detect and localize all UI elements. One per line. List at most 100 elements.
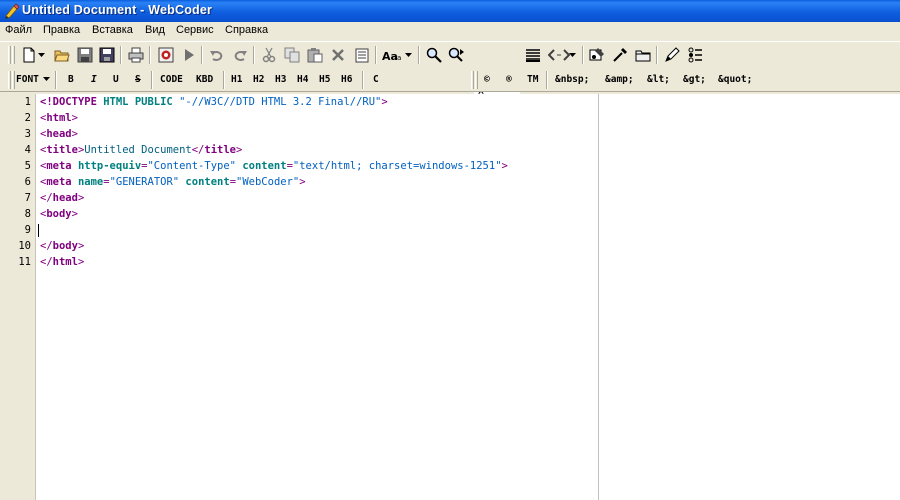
menu-insert[interactable]: Вставка: [92, 24, 133, 36]
registered-button[interactable]: ®: [506, 73, 512, 87]
title-bar[interactable]: Untitled Document - WebCoder: [0, 0, 900, 22]
code-token: head: [46, 128, 72, 140]
code-token: >: [381, 96, 388, 108]
redo-icon[interactable]: [230, 45, 250, 65]
find-replace-icon[interactable]: [447, 45, 467, 65]
code-token: meta: [46, 160, 78, 172]
print-icon[interactable]: [126, 45, 146, 65]
strike-button[interactable]: S: [135, 73, 141, 87]
code-token: title: [204, 144, 236, 156]
h2-button[interactable]: H2: [253, 73, 264, 87]
font-button[interactable]: FONT: [16, 73, 39, 87]
toolbar-separator: [253, 46, 255, 64]
toolbar-grip[interactable]: [8, 71, 11, 89]
code-token: >: [71, 112, 78, 124]
code-token: >: [77, 192, 85, 204]
undo-icon[interactable]: [207, 45, 227, 65]
code-line: </body>: [40, 240, 84, 252]
code-line: <!DOCTYPE HTML PUBLIC "-//W3C//DTD HTML …: [40, 96, 388, 108]
nbsp-button[interactable]: &nbsp;: [555, 73, 589, 87]
h1-button[interactable]: H1: [231, 73, 242, 87]
menu-view[interactable]: Вид: [145, 24, 165, 36]
pencil-app-icon: [5, 3, 19, 19]
code-token: </: [40, 240, 53, 252]
code-token: title: [46, 144, 78, 156]
copy-icon[interactable]: [282, 45, 302, 65]
save-all-icon[interactable]: [97, 45, 117, 65]
code-token: content: [242, 160, 287, 172]
toolbar-grip[interactable]: [471, 71, 474, 89]
kbd-button[interactable]: KBD: [196, 73, 213, 87]
copyright-button[interactable]: ©: [484, 73, 490, 87]
menu-edit[interactable]: Правка: [43, 24, 80, 36]
search-icon[interactable]: [424, 45, 444, 65]
center-button[interactable]: C: [373, 73, 379, 87]
code-line: <meta http-equiv="Content-Type" content=…: [40, 160, 508, 172]
h6-button[interactable]: H6: [341, 73, 352, 87]
cut-icon[interactable]: [259, 45, 279, 65]
chevron-down-icon[interactable]: [567, 45, 577, 65]
chevron-down-icon[interactable]: [41, 70, 51, 88]
line-number: 1: [24, 96, 31, 108]
toolbar-separator: [151, 71, 153, 89]
toolbar-grip[interactable]: [12, 46, 15, 64]
toolbar-grip[interactable]: [12, 71, 15, 89]
gt-button[interactable]: &gt;: [683, 73, 706, 87]
code-line: <body>: [40, 208, 78, 220]
text-caret: [38, 224, 39, 237]
delete-icon[interactable]: [328, 45, 348, 65]
line-number: 7: [24, 192, 31, 204]
record-icon[interactable]: [156, 45, 176, 65]
code-token: </: [191, 144, 205, 156]
toolbar-separator: [223, 71, 225, 89]
code-token: >: [236, 144, 243, 156]
folder-icon[interactable]: [633, 45, 653, 65]
menu-help[interactable]: Справка: [225, 24, 268, 36]
h3-button[interactable]: H3: [275, 73, 286, 87]
play-icon[interactable]: [179, 45, 199, 65]
window-title: Untitled Document - WebCoder: [22, 3, 213, 17]
text-case-icon[interactable]: Aa a: [382, 45, 404, 65]
html-tags-toolbar: FONT B I U S CODE KBD H1 H2 H3 H4 H5 H6 …: [0, 68, 900, 92]
paste-icon[interactable]: [305, 45, 325, 65]
toolbar-separator: [201, 46, 203, 64]
toolbar-separator: [546, 71, 548, 89]
app-window: Untitled Document - WebCoder Файл Правка…: [0, 0, 900, 500]
open-folder-icon[interactable]: [52, 45, 72, 65]
line-number: 6: [24, 176, 31, 188]
main-toolbar: Aaa 9: [0, 41, 900, 105]
menu-file[interactable]: Файл: [5, 24, 32, 36]
code-token: >: [299, 176, 306, 188]
list-settings-icon[interactable]: [686, 45, 706, 65]
amp-button[interactable]: &amp;: [605, 73, 634, 87]
code-button[interactable]: CODE: [160, 73, 183, 87]
clipboard-icon[interactable]: [352, 45, 372, 65]
toolbar-grip[interactable]: [8, 46, 11, 64]
bold-button[interactable]: B: [68, 73, 74, 87]
underline-button[interactable]: U: [113, 73, 119, 87]
h4-button[interactable]: H4: [297, 73, 308, 87]
code-token: "text/html; charset=windows-1251": [292, 160, 502, 172]
block-list-icon[interactable]: [523, 45, 543, 65]
trademark-button[interactable]: TM: [527, 73, 538, 87]
chevron-down-icon[interactable]: [403, 45, 413, 65]
pipette-icon[interactable]: [610, 45, 630, 65]
pen-icon[interactable]: [662, 45, 682, 65]
code-token: html: [52, 256, 78, 268]
code-editor[interactable]: 1 2 3 4 5 6 7 8 9 10 11 <!DOCTYPE HTML PUBLIC "-//…: [0, 94, 900, 500]
lt-button[interactable]: &lt;: [647, 73, 670, 87]
code-area[interactable]: <!DOCTYPE HTML PUBLIC "-//W3C//DTD HTML …: [38, 94, 598, 500]
code-token: http-equiv: [77, 160, 142, 172]
right-margin-line: [598, 94, 599, 500]
toolbar-separator: [656, 46, 658, 64]
menu-service[interactable]: Сервис: [176, 24, 214, 36]
quot-button[interactable]: &quot;: [718, 73, 752, 87]
save-icon[interactable]: [75, 45, 95, 65]
menu-bar: Файл Правка Вставка Вид Сервис Справка: [0, 22, 900, 41]
italic-button[interactable]: I: [91, 73, 97, 87]
code-token: content: [185, 176, 230, 188]
insert-image-icon[interactable]: [587, 45, 607, 65]
toolbar-grip[interactable]: [475, 71, 478, 89]
h5-button[interactable]: H5: [319, 73, 330, 87]
chevron-down-icon[interactable]: [35, 45, 47, 65]
